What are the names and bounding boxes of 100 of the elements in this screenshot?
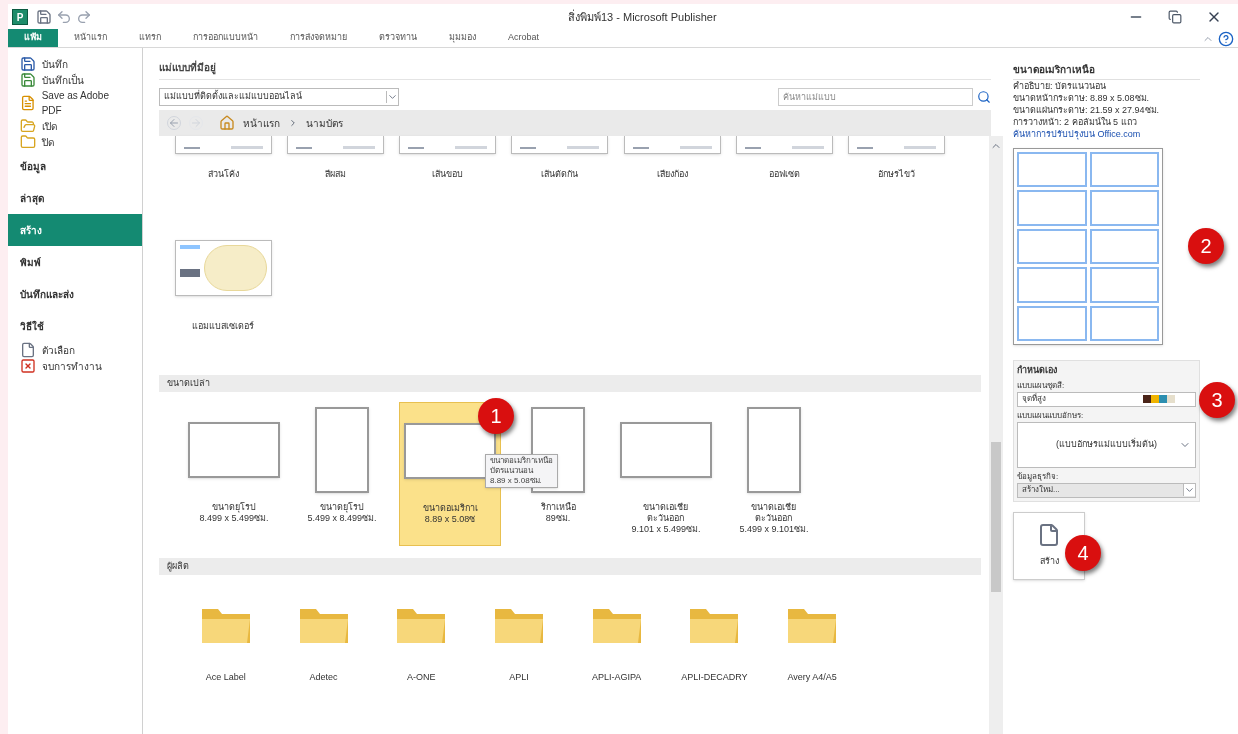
- blank-size-tile[interactable]: ขนาดยุโรป 5.499 x 8.499ซม.: [291, 402, 393, 546]
- separator-icon: [288, 118, 298, 128]
- template-thumbnail[interactable]: [174, 239, 272, 296]
- scroll-thumb[interactable]: [991, 442, 1001, 592]
- size-label: 8.89 x 5.08ซ: [424, 514, 476, 525]
- template-thumbnail[interactable]: [174, 136, 272, 154]
- template-thumbnail[interactable]: [511, 136, 609, 154]
- save-as-icon: [20, 72, 36, 88]
- folder-label[interactable]: APLI-DECADRY: [681, 671, 748, 685]
- customize-heading: กำหนดเอง: [1017, 364, 1058, 377]
- pdf-icon: [20, 95, 36, 111]
- restore-icon[interactable]: [1168, 10, 1182, 24]
- scrollbar[interactable]: [989, 136, 1003, 734]
- backstage-menu-item[interactable]: จบการทำงาน: [8, 358, 142, 374]
- template-label: เส้นขอบ: [432, 168, 464, 181]
- backstage-menu-item[interactable]: ข้อมูล: [8, 150, 142, 182]
- size-label: 89ซม.: [545, 513, 571, 524]
- size-label: ริกาเหนือ: [540, 502, 576, 513]
- backstage-menu-item[interactable]: ล่าสุด: [8, 182, 142, 214]
- details-text: ขนาดหน้ากระดาษ: 8.89 x 5.08ซม.: [1013, 92, 1151, 104]
- help-icon[interactable]: [1218, 31, 1234, 47]
- document-icon: [20, 342, 36, 358]
- size-label: 5.499 x 9.101ซม.: [739, 524, 809, 535]
- folder-label[interactable]: APLI: [509, 671, 529, 685]
- backstage-menu-item[interactable]: บันทึกและส่ง: [8, 278, 142, 310]
- close-icon: [20, 358, 36, 374]
- template-label: ออฟเซต: [769, 168, 801, 181]
- size-label: ขนาดยุโรป: [212, 502, 256, 513]
- save-icon[interactable]: [36, 9, 52, 25]
- ribbon-tab[interactable]: มุมมอง: [433, 29, 492, 47]
- template-thumbnail[interactable]: [399, 136, 497, 154]
- section-heading: ขนาดเปล่า: [159, 375, 981, 392]
- save-icon: [20, 56, 36, 72]
- backstage-menu-item[interactable]: Save as Adobe PDF: [8, 88, 142, 118]
- field-label: แบบแผนแบบอักษร:: [1017, 409, 1085, 422]
- source-dropdown[interactable]: แม่แบบที่ติดตั้งและแม่แบบออนไลน์: [159, 88, 399, 106]
- size-label: 5.499 x 8.499ซม.: [307, 513, 377, 524]
- search-field[interactable]: ค้นหาแม่แบบ: [778, 88, 973, 106]
- blank-size-tile[interactable]: ขนาดยุโรป 8.499 x 5.499ซม.: [183, 402, 285, 546]
- details-text: การวางหน้า: 2 คอลัมน์ใน 5 แถว: [1013, 116, 1138, 128]
- size-label: ตะวันออก: [755, 513, 793, 524]
- backstage-menu-item[interactable]: พิมพ์: [8, 246, 142, 278]
- ribbon-tab[interactable]: Acrobat: [492, 29, 556, 47]
- blank-size-tile[interactable]: ขนาดเอเชีย ตะวันออก 5.499 x 9.101ซม.: [723, 402, 825, 546]
- size-label: ขนาดเอเชีย: [751, 502, 797, 513]
- template-thumbnail[interactable]: [848, 136, 946, 154]
- document-icon: [1037, 522, 1061, 547]
- undo-icon[interactable]: [56, 9, 72, 25]
- home-icon[interactable]: [219, 115, 235, 131]
- backstage-menu-item[interactable]: สร้าง: [8, 214, 142, 246]
- tooltip: ขนาดอเมริกาเหนือ บัตรแนวนอน 8.89 x 5.08ซม.: [485, 454, 558, 488]
- backstage-menu-item[interactable]: บันทึก: [8, 56, 142, 72]
- template-thumbnail[interactable]: [736, 136, 834, 154]
- font-scheme-field[interactable]: (แบบอักษรแม่แบบเริ่มต้น): [1017, 421, 1196, 468]
- size-label: ขนาดยุโรป: [320, 502, 364, 513]
- folder-icon: [20, 118, 36, 134]
- size-label: 8.499 x 5.499ซม.: [199, 513, 269, 524]
- template-label: ส่วนโค้ง: [207, 168, 239, 181]
- backstage-menu-item[interactable]: บันทึกเป็น: [8, 72, 142, 88]
- folder-label[interactable]: Avery A4/A5: [787, 671, 837, 685]
- business-info-field[interactable]: สร้างใหม่...: [1017, 482, 1196, 498]
- ribbon-tab[interactable]: แทรก: [123, 29, 177, 47]
- folder-label[interactable]: A-ONE: [407, 671, 436, 685]
- caret-icon: [386, 91, 398, 103]
- folder-label[interactable]: APLI-AGIPA: [592, 671, 642, 685]
- folder-icon: [20, 134, 36, 150]
- back-icon[interactable]: [167, 116, 181, 130]
- size-label: 9.101 x 5.499ซม.: [631, 524, 701, 535]
- blank-size-tile[interactable]: ขนาดเอเชีย ตะวันออก 9.101 x 5.499ซม.: [615, 402, 717, 546]
- breadcrumb-link[interactable]: นามบัตร: [306, 115, 343, 131]
- app-icon: P: [12, 9, 28, 25]
- backstage-menu-item[interactable]: เปิด: [8, 118, 142, 134]
- backstage-menu-item[interactable]: วิธีใช้: [8, 310, 142, 342]
- template-thumbnail[interactable]: [623, 136, 721, 154]
- size-label: ขนาดอเมริกาเ: [422, 503, 478, 514]
- office-link[interactable]: ค้นหาการปรับปรุงบน Office.com: [1013, 128, 1200, 140]
- window-title: สิ่งพิมพ์13 - Microsoft Publisher: [568, 8, 717, 25]
- details-text: ขนาดแผ่นกระดาษ: 21.59 x 27.94ซม.: [1013, 104, 1161, 116]
- folder-label[interactable]: Ace Label: [205, 671, 246, 685]
- section-heading: แม่แบบที่มีอยู่: [159, 60, 991, 80]
- folder-label[interactable]: Adetec: [309, 671, 338, 685]
- ribbon-tab[interactable]: แฟ้ม: [8, 29, 58, 47]
- template-label: อักษรไขว้: [878, 168, 916, 181]
- ribbon-tab[interactable]: การออกแบบหน้า: [177, 29, 274, 47]
- caret-icon: [1183, 484, 1195, 496]
- details-title: ขนาดอเมริกาเหนือ: [1013, 62, 1200, 80]
- search-icon[interactable]: [977, 90, 991, 104]
- redo-icon[interactable]: [76, 9, 92, 25]
- breadcrumb-link[interactable]: หน้าแรก: [243, 115, 280, 131]
- field-label: แบบแผนชุดสี:: [1017, 379, 1066, 392]
- ribbon-tab[interactable]: การส่งจดหมาย: [274, 29, 363, 47]
- backstage-menu-item[interactable]: ปิด: [8, 134, 142, 150]
- ribbon-tab[interactable]: ตรวจทาน: [363, 29, 433, 47]
- template-label: เส้นตัดกัน: [541, 168, 579, 181]
- ribbon-tab[interactable]: หน้าแรก: [58, 29, 123, 47]
- color-scheme-field[interactable]: จุดที่สูง: [1017, 391, 1196, 407]
- backstage-menu-item[interactable]: ตัวเลือก: [8, 342, 142, 358]
- template-thumbnail[interactable]: [286, 136, 384, 154]
- field-label: ข้อมูลธุรกิจ:: [1017, 470, 1060, 483]
- details-text: คำอธิบาย: บัตรแนวนอน: [1013, 80, 1107, 92]
